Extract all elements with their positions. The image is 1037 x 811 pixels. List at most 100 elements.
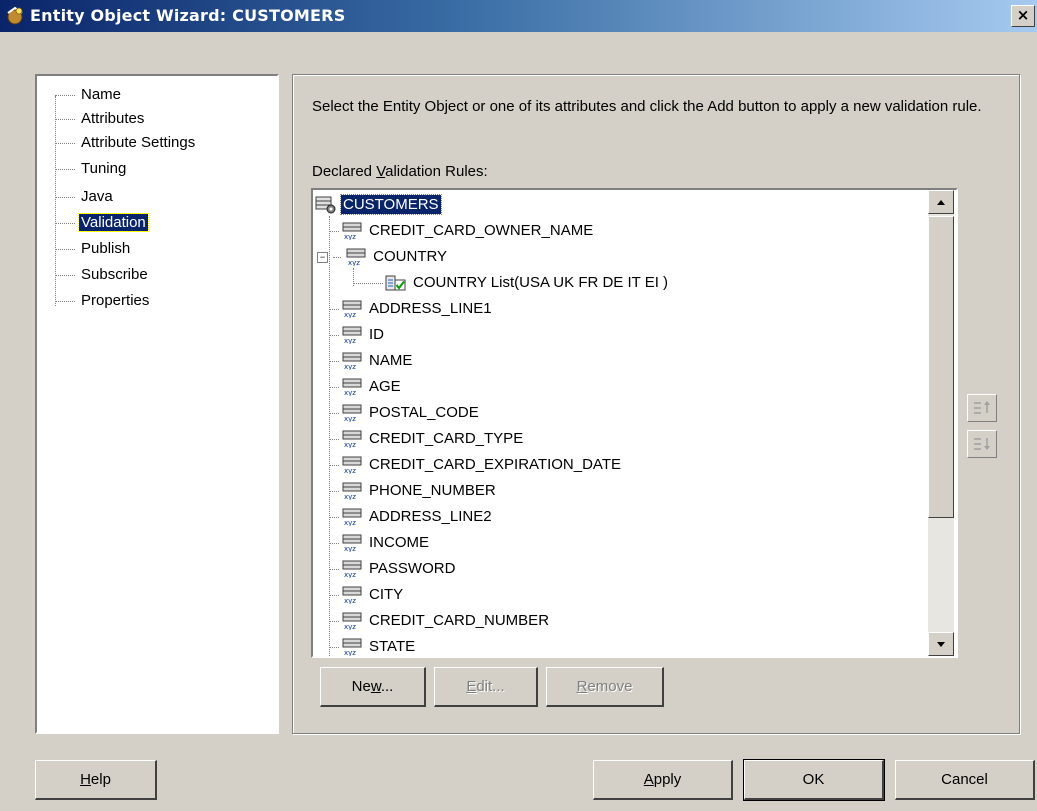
nav-item-label: Attributes: [81, 110, 145, 127]
tree-line: [329, 361, 339, 362]
tree-line: [329, 569, 339, 570]
attribute-icon: xyz: [342, 534, 362, 552]
svg-text:xyz: xyz: [344, 311, 356, 318]
tree-node-attribute[interactable]: xyz PASSWORD: [329, 556, 457, 582]
attribute-icon: xyz: [342, 326, 362, 344]
window-title: Entity Object Wizard: CUSTOMERS: [30, 6, 346, 25]
nav-item-label: Name: [81, 86, 122, 103]
cancel-button[interactable]: Cancel: [895, 760, 1035, 800]
tree-node-attribute[interactable]: xyz CREDIT_CARD_EXPIRATION_DATE: [329, 452, 623, 478]
tree-node-attribute[interactable]: xyz ID: [329, 322, 386, 348]
svg-text:xyz: xyz: [344, 441, 356, 448]
ok-button[interactable]: OK: [743, 759, 885, 801]
attribute-icon: xyz: [342, 404, 362, 422]
tree-root-customers[interactable]: CUSTOMERS: [315, 192, 442, 218]
nav-item-validation[interactable]: Validation: [55, 212, 149, 236]
tree-scrollbar[interactable]: [928, 190, 954, 656]
tree-node-label: STATE: [369, 638, 416, 655]
attribute-icon: xyz: [342, 378, 362, 396]
tree-node-label: ADDRESS_LINE1: [369, 300, 492, 317]
tree-node-label: CITY: [369, 586, 404, 603]
tree-node-attribute[interactable]: xyz CITY: [329, 582, 405, 608]
btn-mnemonic: E: [466, 678, 477, 695]
svg-text:xyz: xyz: [344, 623, 356, 630]
tree-node-label: CUSTOMERS: [340, 194, 442, 215]
nav-item-attribute-settings[interactable]: Attribute Settings: [55, 132, 197, 156]
nav-item-java[interactable]: Java: [55, 186, 115, 210]
tree-node-attribute[interactable]: xyz CREDIT_CARD_OWNER_NAME: [329, 218, 595, 244]
new-rule-button[interactable]: New...: [320, 667, 426, 707]
tree-node-attribute[interactable]: xyz NAME: [329, 348, 414, 374]
btn-label: Ne: [351, 678, 371, 695]
tree-line: [333, 257, 341, 258]
tree-node-attribute[interactable]: xyz PHONE_NUMBER: [329, 478, 498, 504]
svg-text:xyz: xyz: [344, 389, 356, 396]
tree-node-rule[interactable]: COUNTRY List(USA UK FR DE IT EI ): [353, 270, 670, 296]
list-validator-icon: [385, 275, 406, 291]
tree-line: [329, 465, 339, 466]
nav-item-tuning[interactable]: Tuning: [55, 158, 128, 182]
nav-item-subscribe[interactable]: Subscribe: [55, 264, 150, 288]
svg-text:xyz: xyz: [344, 519, 356, 526]
svg-text:xyz: xyz: [344, 467, 356, 474]
nav-item-attributes[interactable]: Attributes: [55, 108, 146, 132]
attribute-icon: xyz: [342, 222, 362, 240]
nav-item-name[interactable]: Name: [55, 84, 123, 108]
move-up-icon: [974, 401, 990, 414]
scroll-down-button[interactable]: [928, 632, 954, 656]
tree-node-attribute[interactable]: − xyz COUNTRY: [317, 244, 449, 270]
tree-node-attribute[interactable]: xyz ADDRESS_LINE1: [329, 296, 494, 322]
btn-label: pply: [653, 771, 682, 788]
tree-line: [329, 309, 339, 310]
nav-item-label: Java: [81, 188, 113, 205]
nav-item-publish[interactable]: Publish: [55, 238, 132, 262]
move-up-button[interactable]: [967, 394, 997, 422]
tree-node-label: CREDIT_CARD_EXPIRATION_DATE: [369, 456, 621, 473]
instructions-text: Select the Entity Object or one of its a…: [312, 98, 982, 115]
tree-node-attribute[interactable]: xyz CREDIT_CARD_NUMBER: [329, 608, 551, 634]
tree-line: [329, 439, 339, 440]
remove-rule-button[interactable]: Remove: [546, 667, 664, 707]
apply-button[interactable]: Apply: [593, 760, 733, 800]
tree-node-label: POSTAL_CODE: [369, 404, 479, 421]
tree-node-label: PHONE_NUMBER: [369, 482, 496, 499]
svg-text:xyz: xyz: [344, 493, 356, 500]
btn-label: dit...: [476, 678, 505, 695]
tree-node-label: CREDIT_CARD_OWNER_NAME: [369, 222, 594, 239]
help-button[interactable]: Help: [35, 760, 157, 800]
label-part: alidation Rules:: [385, 163, 488, 180]
close-icon: ×: [1016, 6, 1030, 24]
tree-node-label: PASSWORD: [369, 560, 456, 577]
tree-line: [329, 647, 339, 648]
move-down-button[interactable]: [967, 430, 997, 458]
tree-node-attribute[interactable]: xyz POSTAL_CODE: [329, 400, 481, 426]
edit-rule-button[interactable]: Edit...: [434, 667, 538, 707]
tree-line: [329, 387, 339, 388]
scroll-thumb[interactable]: [928, 216, 954, 518]
tree-node-label: INCOME: [369, 534, 429, 551]
svg-text:xyz: xyz: [344, 415, 356, 422]
btn-mnemonic: R: [576, 678, 588, 695]
nav-item-label: Publish: [81, 240, 131, 257]
btn-label: emove: [587, 678, 633, 695]
tree-node-attribute[interactable]: xyz AGE: [329, 374, 403, 400]
close-button[interactable]: ×: [1011, 5, 1035, 27]
wizard-step-list: Name Attributes Attribute Settings Tunin…: [35, 74, 279, 734]
btn-label: OK: [802, 771, 825, 788]
attribute-icon: xyz: [342, 586, 362, 604]
title-bar[interactable]: Entity Object Wizard: CUSTOMERS ×: [0, 0, 1037, 32]
tree-node-attribute[interactable]: xyz CREDIT_CARD_TYPE: [329, 426, 525, 452]
tree-node-attribute[interactable]: xyz INCOME: [329, 530, 431, 556]
tree-line: [329, 621, 339, 622]
collapse-icon[interactable]: −: [317, 251, 328, 263]
scroll-up-button[interactable]: [928, 190, 954, 214]
attribute-icon: xyz: [342, 430, 362, 448]
arrow-down-icon: [937, 642, 945, 647]
tree-node-attribute[interactable]: xyz STATE: [329, 634, 417, 656]
tree-node-attribute[interactable]: xyz ADDRESS_LINE2: [329, 504, 494, 530]
attribute-icon: xyz: [342, 456, 362, 474]
tree-line: [353, 283, 383, 284]
validation-rules-tree[interactable]: CUSTOMERS xyz CREDIT_CARD_OWNER_NAME − xy…: [311, 188, 958, 658]
tree-line: [329, 216, 330, 656]
nav-item-properties[interactable]: Properties: [55, 290, 151, 314]
